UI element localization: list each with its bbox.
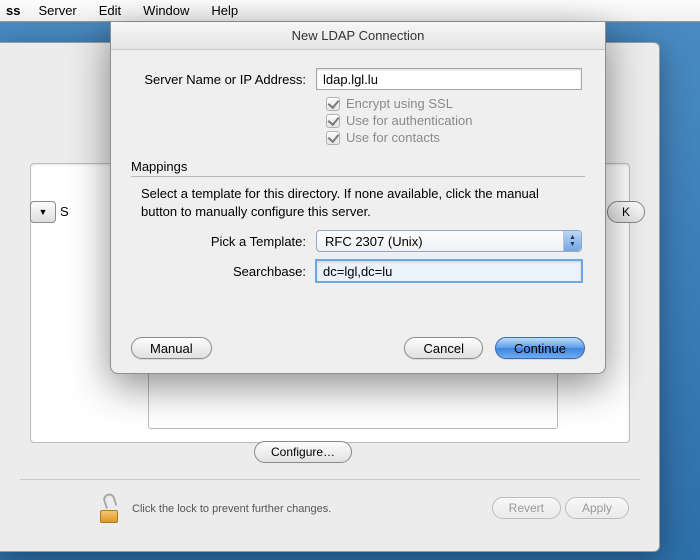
use-contacts-label: Use for contacts — [346, 130, 440, 145]
apply-button: Apply — [565, 497, 629, 519]
checkmark-icon — [326, 114, 340, 128]
menu-window[interactable]: Window — [143, 3, 189, 18]
searchbase-input[interactable] — [316, 260, 582, 282]
lock-row: Click the lock to prevent further change… — [98, 495, 331, 523]
divider — [131, 176, 585, 177]
use-auth-label: Use for authentication — [346, 113, 472, 128]
menu-server[interactable]: Server — [38, 3, 76, 18]
background-label-partial: S — [60, 204, 69, 219]
updown-arrows-icon: ▲▼ — [563, 231, 581, 251]
template-label: Pick a Template: — [111, 234, 316, 249]
continue-button[interactable]: Continue — [495, 337, 585, 359]
lock-text: Click the lock to prevent further change… — [132, 503, 331, 515]
configure-button[interactable]: Configure… — [254, 441, 352, 463]
menu-help[interactable]: Help — [211, 3, 238, 18]
divider — [20, 479, 640, 480]
mappings-title: Mappings — [131, 159, 585, 174]
server-label: Server Name or IP Address: — [111, 72, 316, 87]
background-ok-button[interactable]: K — [607, 201, 645, 223]
cancel-button[interactable]: Cancel — [404, 337, 482, 359]
searchbase-label: Searchbase: — [111, 264, 316, 279]
server-input[interactable] — [316, 68, 582, 90]
menubar: ss Server Edit Window Help — [0, 0, 700, 22]
chevron-down-icon: ▼ — [39, 207, 48, 217]
revert-button: Revert — [492, 497, 561, 519]
manual-button[interactable]: Manual — [131, 337, 212, 359]
sheet-title: New LDAP Connection — [111, 22, 605, 50]
checkmark-icon — [326, 97, 340, 111]
checkmark-icon — [326, 131, 340, 145]
unlock-icon[interactable] — [98, 495, 122, 523]
encrypt-ssl-label: Encrypt using SSL — [346, 96, 453, 111]
menu-app[interactable]: ss — [6, 3, 20, 18]
encrypt-ssl-checkbox[interactable]: Encrypt using SSL — [326, 96, 605, 111]
use-contacts-checkbox[interactable]: Use for contacts — [326, 130, 605, 145]
use-auth-checkbox[interactable]: Use for authentication — [326, 113, 605, 128]
template-value: RFC 2307 (Unix) — [325, 234, 423, 249]
menu-edit[interactable]: Edit — [99, 3, 121, 18]
mappings-desc: Select a template for this directory. If… — [141, 185, 575, 220]
sheet-dialog: New LDAP Connection Server Name or IP Ad… — [110, 22, 606, 374]
background-dropdown-button[interactable]: ▼ — [30, 201, 56, 223]
template-select[interactable]: RFC 2307 (Unix) ▲▼ — [316, 230, 582, 252]
